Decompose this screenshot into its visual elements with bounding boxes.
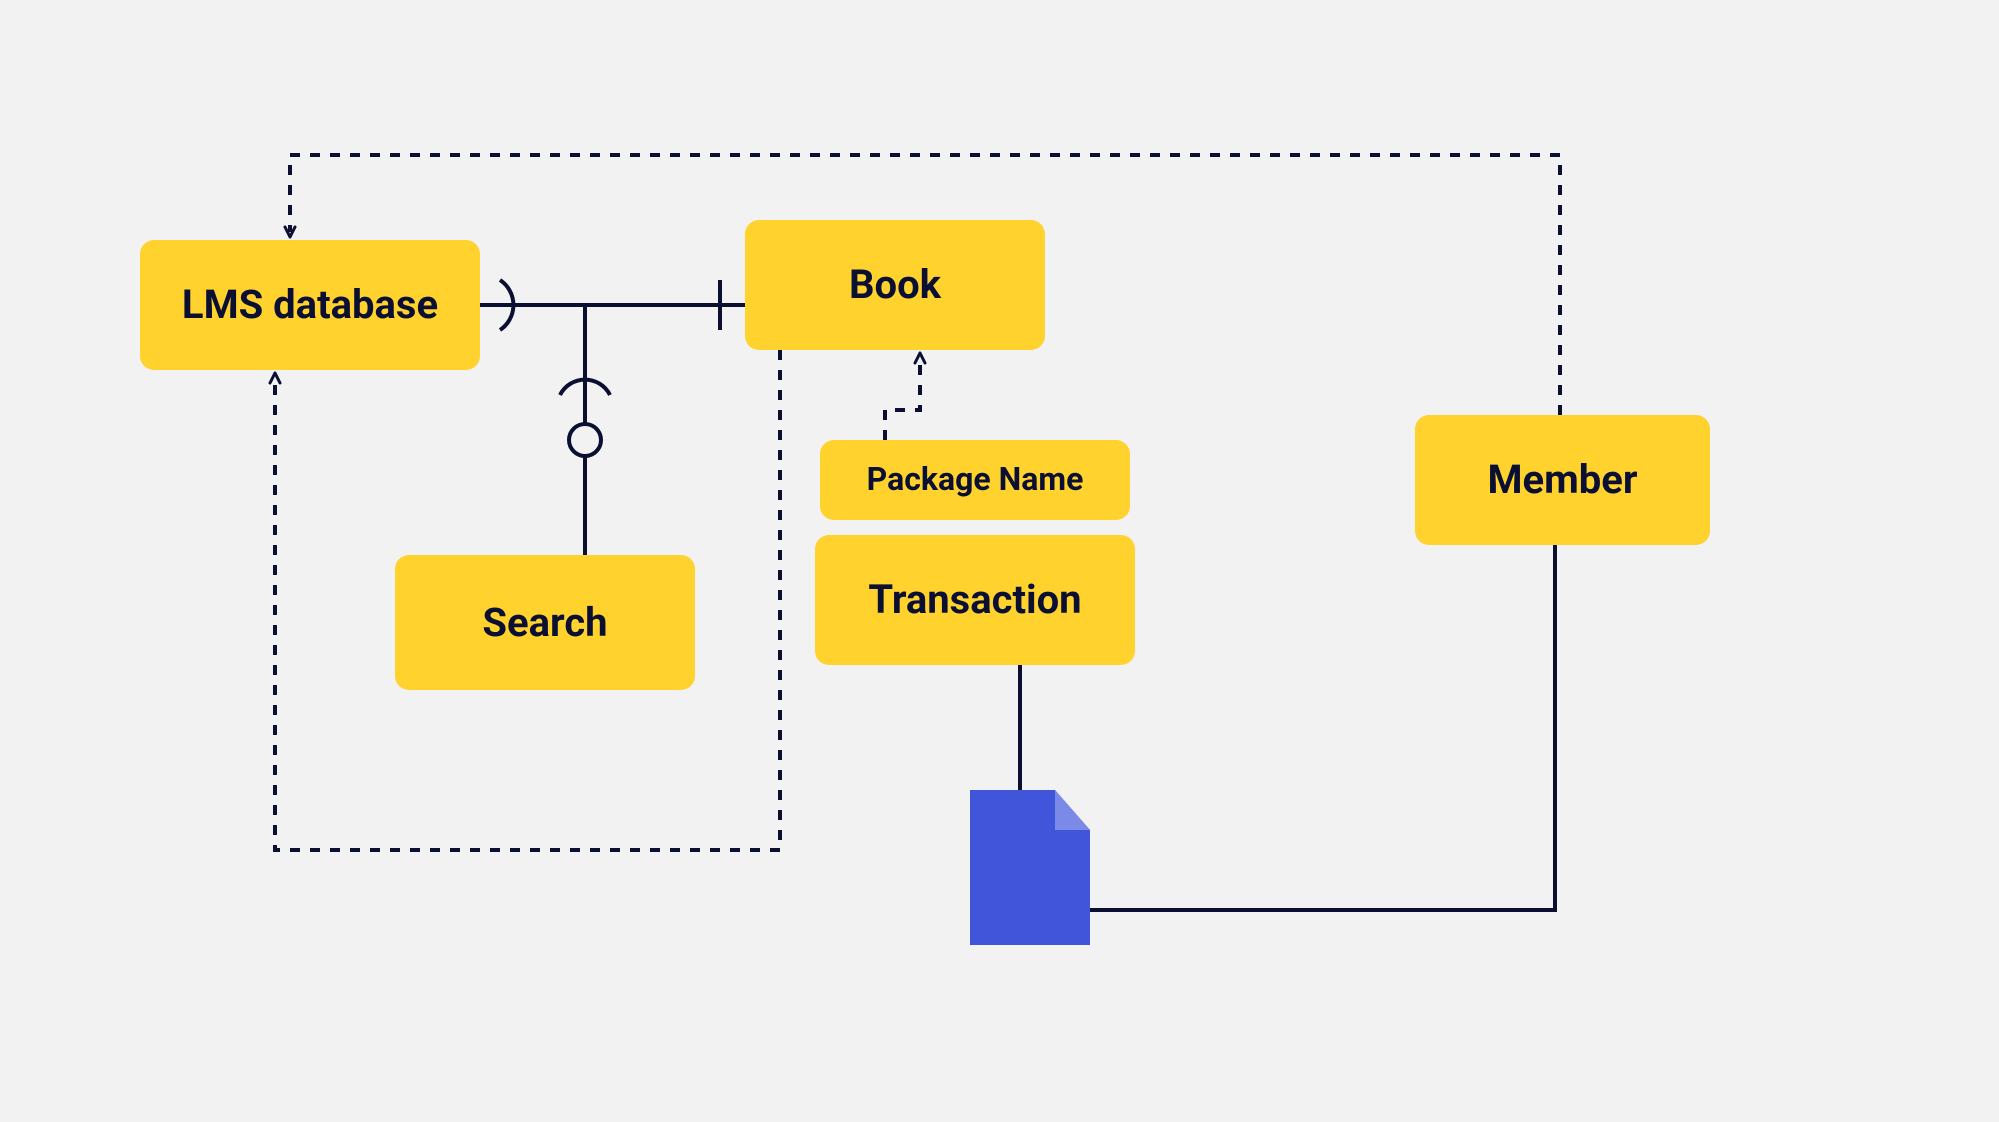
node-lms-database: LMS database <box>140 240 480 370</box>
edge-book-search <box>560 305 610 555</box>
node-label: Package Name <box>867 462 1084 497</box>
node-package-name: Package Name <box>820 440 1130 520</box>
file-icon <box>970 790 1090 945</box>
node-member: Member <box>1415 415 1710 545</box>
node-transaction: Transaction <box>815 535 1135 665</box>
node-book: Book <box>745 220 1045 350</box>
node-label: Search <box>482 601 607 645</box>
edge-package-book-dashed <box>885 358 920 440</box>
node-search: Search <box>395 555 695 690</box>
node-label: Book <box>849 263 941 307</box>
node-label: Member <box>1487 458 1637 502</box>
node-label: Transaction <box>868 578 1081 622</box>
edge-lms-book <box>480 280 745 330</box>
diagram-canvas: LMS database Book Search Package Name Tr… <box>0 0 1999 1122</box>
edge-file-member <box>1090 545 1555 910</box>
node-label: LMS database <box>182 283 438 327</box>
